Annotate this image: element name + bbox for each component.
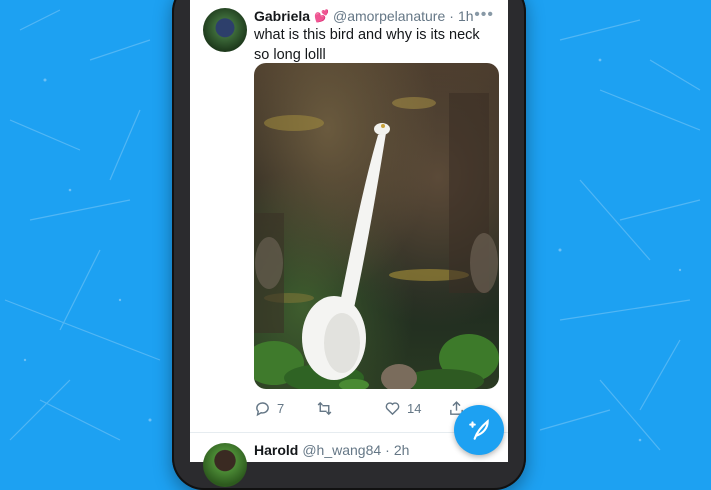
name-emoji: 💕 bbox=[314, 9, 329, 23]
avatar[interactable] bbox=[203, 8, 247, 52]
like-button[interactable]: 14 bbox=[384, 400, 421, 417]
timestamp[interactable]: 1h bbox=[458, 8, 474, 24]
reply-count: 7 bbox=[277, 401, 285, 416]
retweet-icon bbox=[317, 401, 332, 416]
separator-dot: · bbox=[449, 8, 454, 24]
retweet-button[interactable] bbox=[316, 400, 333, 417]
like-count: 14 bbox=[407, 401, 422, 416]
egret-photo bbox=[254, 93, 499, 389]
tweet[interactable]: Gabriela 💕 @amorpelanature · 1h ••• what… bbox=[190, 0, 508, 433]
display-name[interactable]: Gabriela bbox=[254, 8, 310, 24]
avatar[interactable] bbox=[203, 443, 247, 487]
compose-tweet-icon bbox=[469, 419, 489, 440]
tweet-header: Gabriela 💕 @amorpelanature · 1h bbox=[254, 7, 474, 25]
tweet-text: what is this bird and why is its neck so… bbox=[254, 27, 480, 63]
heart-icon bbox=[385, 402, 400, 416]
user-handle[interactable]: @amorpelanature bbox=[333, 8, 445, 24]
user-handle[interactable]: @h_wang84 bbox=[302, 442, 381, 458]
tweet-header: Harold @h_wang84 · 2h bbox=[254, 441, 409, 459]
compose-tweet-button[interactable] bbox=[454, 405, 504, 455]
separator-dot: · bbox=[385, 442, 390, 458]
tweet-media-image[interactable] bbox=[254, 63, 499, 389]
timestamp[interactable]: 2h bbox=[394, 442, 410, 458]
display-name[interactable]: Harold bbox=[254, 442, 298, 458]
reply-icon bbox=[256, 402, 269, 417]
reply-button[interactable]: 7 bbox=[254, 400, 284, 417]
timeline-screen[interactable]: Gabriela 💕 @amorpelanature · 1h ••• what… bbox=[190, 0, 508, 462]
more-icon[interactable]: ••• bbox=[474, 6, 494, 24]
